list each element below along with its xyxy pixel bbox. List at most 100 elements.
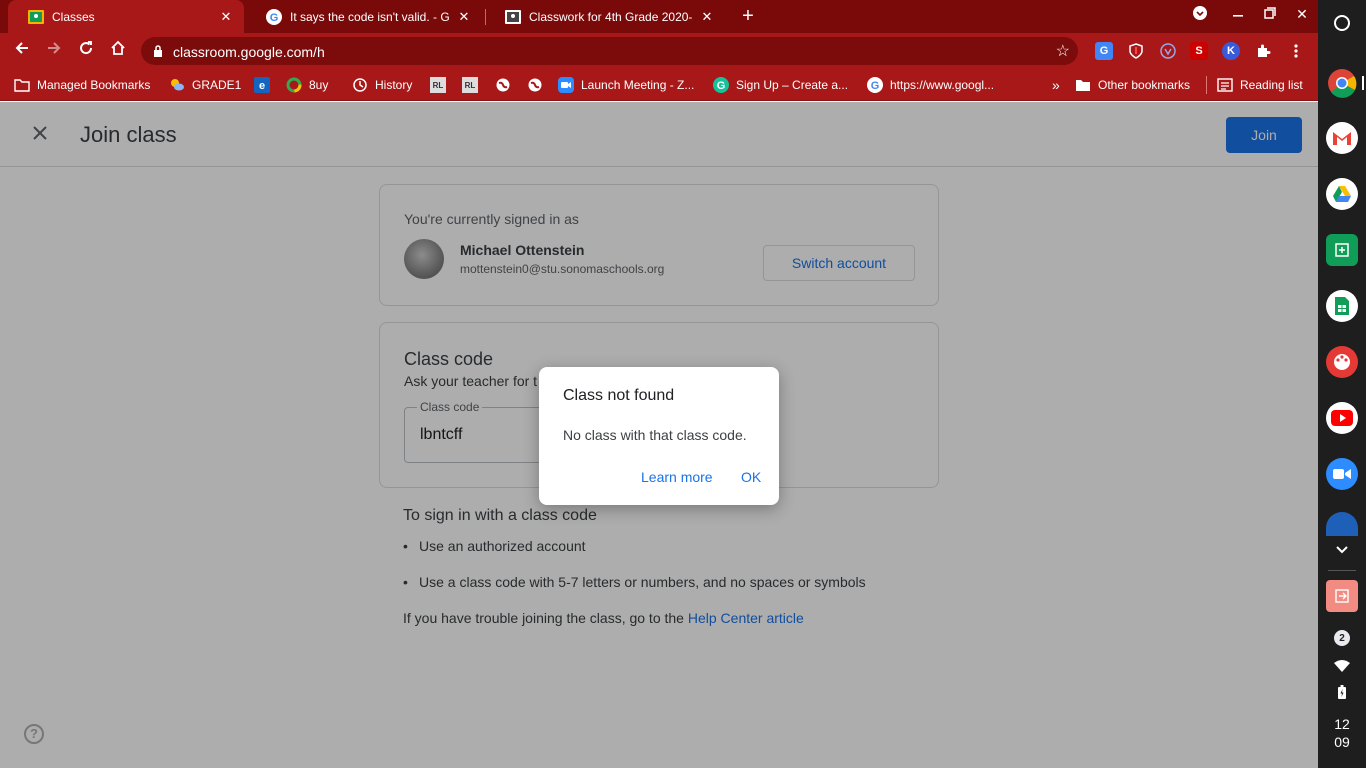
gmail-icon[interactable]: [1326, 122, 1358, 154]
sheets-icon[interactable]: [1326, 290, 1358, 322]
active-indicator: [1362, 76, 1364, 90]
class-not-found-dialog: Class not found No class with that class…: [539, 367, 779, 505]
sheets-add-icon[interactable]: [1326, 234, 1358, 266]
minimize-icon[interactable]: [1228, 6, 1248, 22]
bookmark-globe-1[interactable]: [495, 76, 518, 94]
address-bar[interactable]: classroom.google.com/h ☆: [141, 37, 1078, 65]
tab-forum[interactable]: G It says the code isn't valid. - Goo ✕: [246, 0, 482, 33]
reading-list[interactable]: Reading list: [1217, 76, 1303, 94]
globe-icon: [527, 77, 543, 93]
chevron-down-icon[interactable]: [1326, 538, 1358, 562]
menu-dots-icon[interactable]: [1287, 42, 1305, 60]
bookmark-label: History: [375, 78, 413, 92]
k-extension-icon[interactable]: K: [1222, 42, 1240, 60]
bookmark-managed[interactable]: Managed Bookmarks: [14, 76, 150, 94]
palette-icon[interactable]: [1326, 346, 1358, 378]
bookmark-ring[interactable]: [286, 76, 309, 94]
colorful-ring-icon: [286, 77, 302, 93]
shield-icon[interactable]: [1127, 42, 1145, 60]
bookmark-google-url[interactable]: G https://www.googl...: [867, 76, 994, 94]
folder-icon: [14, 77, 30, 93]
shelf-divider: [1328, 570, 1356, 571]
learn-more-button[interactable]: Learn more: [641, 469, 713, 485]
other-bookmarks[interactable]: Other bookmarks: [1075, 76, 1190, 94]
bookmark-label: Managed Bookmarks: [37, 78, 151, 92]
bookmark-label: https://www.googl...: [890, 78, 995, 92]
bookmark-edge[interactable]: e: [254, 76, 277, 94]
close-tab-icon[interactable]: ✕: [456, 9, 472, 25]
new-tab-button[interactable]: +: [737, 4, 759, 28]
launcher-icon[interactable]: [1326, 7, 1358, 39]
os-shelf: 2 12 09: [1318, 0, 1366, 768]
svg-text:G: G: [717, 80, 726, 92]
clock-minute[interactable]: 09: [1318, 734, 1366, 750]
bookmarks-overflow-button[interactable]: »: [1052, 76, 1060, 94]
google-g-icon: G: [867, 77, 883, 93]
classroom-people-icon: [505, 9, 521, 25]
chrome-icon[interactable]: [1326, 67, 1358, 99]
svg-text:e: e: [259, 80, 265, 92]
close-window-icon[interactable]: ✕: [1292, 6, 1312, 23]
zoom-icon[interactable]: [1326, 458, 1358, 490]
battery-icon[interactable]: [1326, 682, 1358, 702]
browser-toolbar: classroom.google.com/h ☆ G S K: [0, 33, 1318, 68]
bookmark-star-icon[interactable]: ☆: [1056, 41, 1070, 61]
reading-list-icon: [1217, 77, 1233, 93]
restore-icon[interactable]: [1260, 6, 1280, 22]
google-g-icon: G: [266, 8, 282, 25]
rl-icon: RL: [462, 77, 478, 93]
bookmark-rl-1[interactable]: RL: [430, 76, 453, 94]
home-icon[interactable]: [106, 39, 130, 63]
bookmark-label: Launch Meeting - Z...: [581, 78, 695, 92]
back-icon[interactable]: [10, 39, 34, 63]
zoom-icon: [558, 77, 574, 93]
tab-classes[interactable]: Classes ✕: [8, 0, 244, 33]
puzzle-icon[interactable]: [1254, 42, 1272, 60]
files-icon[interactable]: [1326, 512, 1358, 536]
close-tab-icon[interactable]: ✕: [218, 9, 234, 25]
ok-button[interactable]: OK: [741, 469, 761, 485]
bookmark-zoom[interactable]: Launch Meeting - Z...: [558, 76, 694, 94]
drive-icon[interactable]: [1326, 178, 1358, 210]
bookmarks-bar: Managed Bookmarks GRADE1 e 8uy History R…: [0, 68, 1318, 101]
bookmark-label: 8uy: [309, 78, 329, 92]
tab-classwork[interactable]: Classwork for 4th Grade 2020-2 ✕: [485, 0, 725, 33]
filter-shield-icon[interactable]: [1159, 42, 1177, 60]
google-translate-icon[interactable]: G: [1095, 42, 1113, 60]
tab-title: Classes: [52, 9, 95, 24]
dialog-body: No class with that class code.: [563, 427, 747, 443]
reload-icon[interactable]: [74, 39, 98, 63]
dialog-title: Class not found: [563, 387, 675, 404]
rl-icon: RL: [430, 77, 446, 93]
bookmark-grade1[interactable]: GRADE1: [169, 76, 241, 94]
svg-text:G: G: [270, 12, 279, 24]
globe-icon: [495, 77, 511, 93]
youtube-icon[interactable]: [1326, 402, 1358, 434]
bookmark-label: GRADE1: [192, 78, 242, 92]
url-text: classroom.google.com/h: [173, 44, 325, 60]
google-classroom-icon: [28, 9, 44, 25]
svg-text:G: G: [871, 80, 880, 92]
edge-e-icon: e: [254, 77, 270, 93]
folder-icon: [1075, 77, 1091, 93]
lock-icon: [153, 44, 163, 57]
wifi-icon[interactable]: [1326, 656, 1358, 676]
tab-title: It says the code isn't valid. - Goo: [290, 9, 450, 24]
bookmark-label: Other bookmarks: [1098, 78, 1191, 92]
tab-title: Classwork for 4th Grade 2020-2: [529, 9, 693, 24]
exit-icon[interactable]: [1326, 580, 1358, 612]
bookmark-rl-2[interactable]: RL: [462, 76, 485, 94]
bookmark-signup[interactable]: G Sign Up – Create a...: [713, 76, 848, 94]
forward-icon[interactable]: [42, 39, 66, 63]
tab-search-icon[interactable]: [1190, 6, 1210, 23]
notification-count-badge[interactable]: 2: [1334, 630, 1350, 646]
bookmark-divider: [1206, 76, 1207, 94]
bookmark-history[interactable]: History: [352, 76, 412, 94]
bookmark-8uy[interactable]: 8uy: [309, 76, 328, 94]
history-icon: [352, 77, 368, 93]
s-extension-icon[interactable]: S: [1190, 42, 1208, 60]
bookmark-label: Reading list: [1240, 78, 1303, 92]
clock-hour[interactable]: 12: [1318, 716, 1366, 732]
bookmark-globe-2[interactable]: [527, 76, 550, 94]
close-tab-icon[interactable]: ✕: [699, 9, 715, 25]
